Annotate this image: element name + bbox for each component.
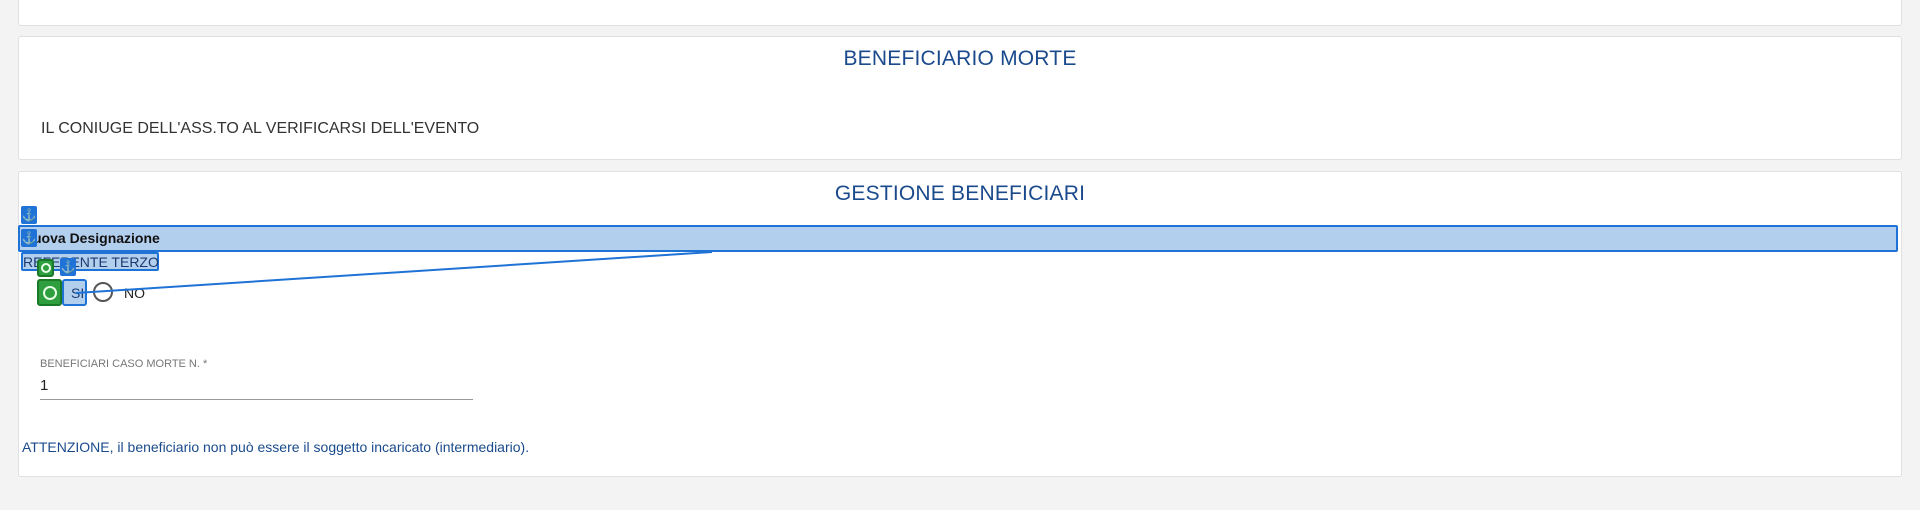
field-underline xyxy=(40,399,473,400)
anchor-icon: ⚓ xyxy=(60,258,76,276)
warning-strong: ATTENZIONE xyxy=(22,439,110,455)
gestione-beneficiari-card: GESTIONE BENEFICIARI xyxy=(18,171,1902,477)
nuova-designazione-label: uova Designazione xyxy=(33,230,160,246)
beneficiari-field-label: BENEFICIARI CASO MORTE N. * xyxy=(40,358,208,370)
section-title: BENEFICIARIO MORTE xyxy=(843,47,1077,70)
radio-no-button[interactable] xyxy=(93,282,113,302)
radio-si-button[interactable] xyxy=(37,279,62,306)
anchor-icon: ⚓ xyxy=(21,206,37,224)
target-icon xyxy=(37,259,54,277)
radio-si-label: SI xyxy=(71,285,85,301)
nuova-designazione-row[interactable] xyxy=(18,225,1898,252)
top-card xyxy=(18,0,1902,26)
warning-text: ATTENZIONE, il beneficiario non può esse… xyxy=(22,439,529,455)
beneficiari-count-input[interactable]: 1 xyxy=(40,377,48,394)
beneficiario-morte-card: BENEFICIARIO MORTE IL CONIUGE DELL'ASS.T… xyxy=(18,36,1902,160)
warning-rest: , il beneficiario non può essere il sogg… xyxy=(109,439,530,455)
anchor-icon: ⚓ xyxy=(21,229,37,247)
radio-no-label: NO xyxy=(124,285,145,301)
beneficiario-text: IL CONIUGE DELL'ASS.TO AL VERIFICARSI DE… xyxy=(41,120,480,137)
section-title: GESTIONE BENEFICIARI xyxy=(834,182,1086,205)
